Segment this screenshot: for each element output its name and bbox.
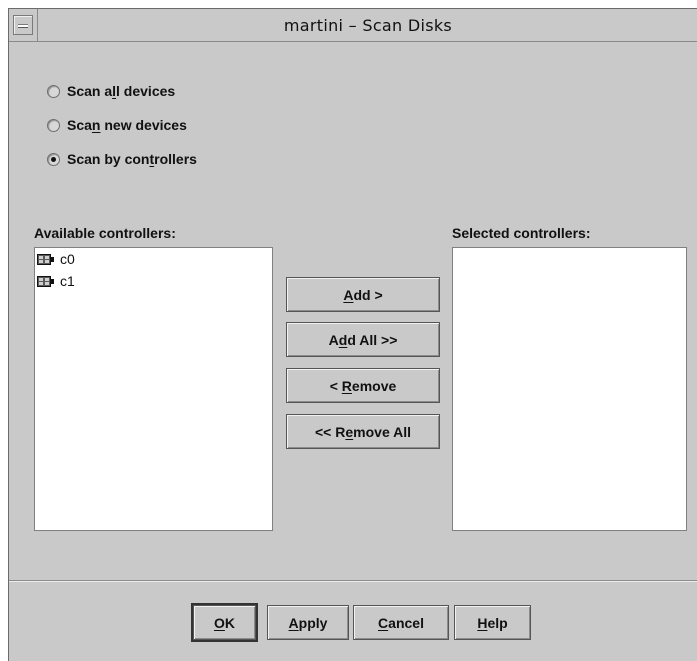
radio-label: Scan by controllers [67,151,197,167]
available-controllers-list[interactable]: c0 c1 [34,247,273,531]
radio-scan-by-controllers[interactable]: Scan by controllers [47,149,197,169]
remove-button[interactable]: < Remove [286,368,440,403]
footer-separator [9,580,697,582]
radio-indicator[interactable] [47,118,60,132]
disk-controller-icon [37,275,54,287]
window-title: martini – Scan Disks [283,16,453,35]
list-item[interactable]: c1 [35,270,272,292]
title-bar: martini – Scan Disks [9,9,697,42]
add-button[interactable]: Add > [286,277,440,312]
scan-disks-dialog: martini – Scan Disks Scan all devices Sc… [8,8,697,661]
radio-indicator[interactable] [47,84,60,98]
window-menu-icon[interactable] [13,15,33,35]
apply-button[interactable]: Apply [267,605,349,640]
controller-name: c0 [60,251,75,267]
radio-indicator-selected[interactable] [47,152,60,166]
ok-button[interactable]: OK [191,603,258,642]
selected-controllers-list[interactable] [452,247,687,531]
disk-controller-icon [37,253,54,265]
available-controllers-label: Available controllers: [34,225,176,241]
selected-controllers-label: Selected controllers: [452,225,591,241]
help-button[interactable]: Help [454,605,531,640]
radio-scan-new-devices[interactable]: Scan new devices [47,115,187,135]
remove-all-button[interactable]: << Re move All [286,414,440,449]
radio-scan-all-devices[interactable]: Scan all devices [47,81,175,101]
cancel-button[interactable]: Cancel [353,605,449,640]
title-separator [37,9,38,42]
radio-label: Scan new devices [67,117,187,133]
radio-label: Scan all devices [67,83,176,99]
add-all-button[interactable]: Add All >> [286,322,440,357]
controller-name: c1 [60,273,75,289]
list-item[interactable]: c0 [35,248,272,270]
